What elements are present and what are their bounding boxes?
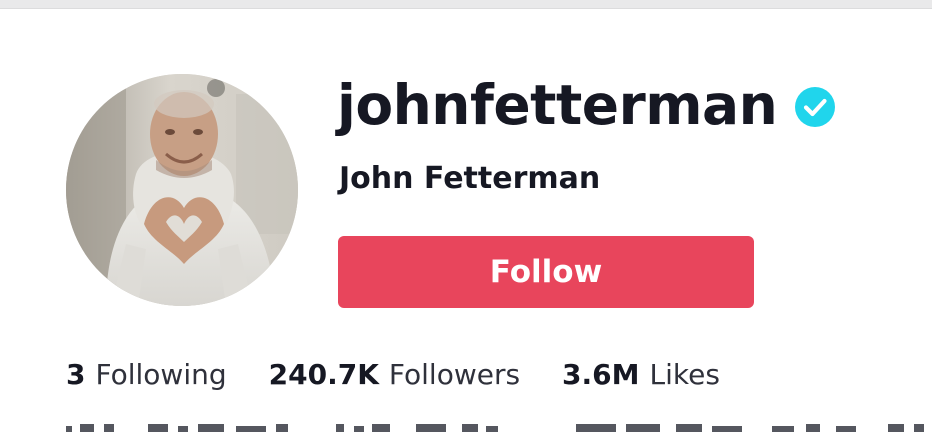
top-divider <box>0 0 932 9</box>
follow-button[interactable]: Follow <box>338 236 754 308</box>
stat-followers[interactable]: 240.7K Followers <box>269 353 520 397</box>
verified-badge-icon <box>795 87 836 127</box>
username-row: johnfetterman <box>337 70 836 140</box>
following-count: 3 <box>66 358 86 391</box>
avatar[interactable] <box>66 74 298 306</box>
likes-count: 3.6M <box>562 358 640 391</box>
avatar-photo <box>66 74 298 306</box>
bio-text-tops <box>66 424 924 432</box>
profile-page: johnfetterman John Fetterman Follow 3 Fo… <box>0 0 932 432</box>
bio-text-cropped <box>66 414 932 432</box>
stat-following[interactable]: 3 Following <box>66 353 227 397</box>
profile-stats: 3 Following 240.7K Followers 3.6M Likes <box>66 353 762 397</box>
stat-likes: 3.6M Likes <box>562 353 720 397</box>
followers-count: 240.7K <box>268 358 379 391</box>
likes-label: Likes <box>649 358 720 391</box>
following-label: Following <box>95 358 227 391</box>
display-name: John Fetterman <box>339 161 601 196</box>
username: johnfetterman <box>337 72 778 137</box>
followers-label: Followers <box>388 358 521 391</box>
